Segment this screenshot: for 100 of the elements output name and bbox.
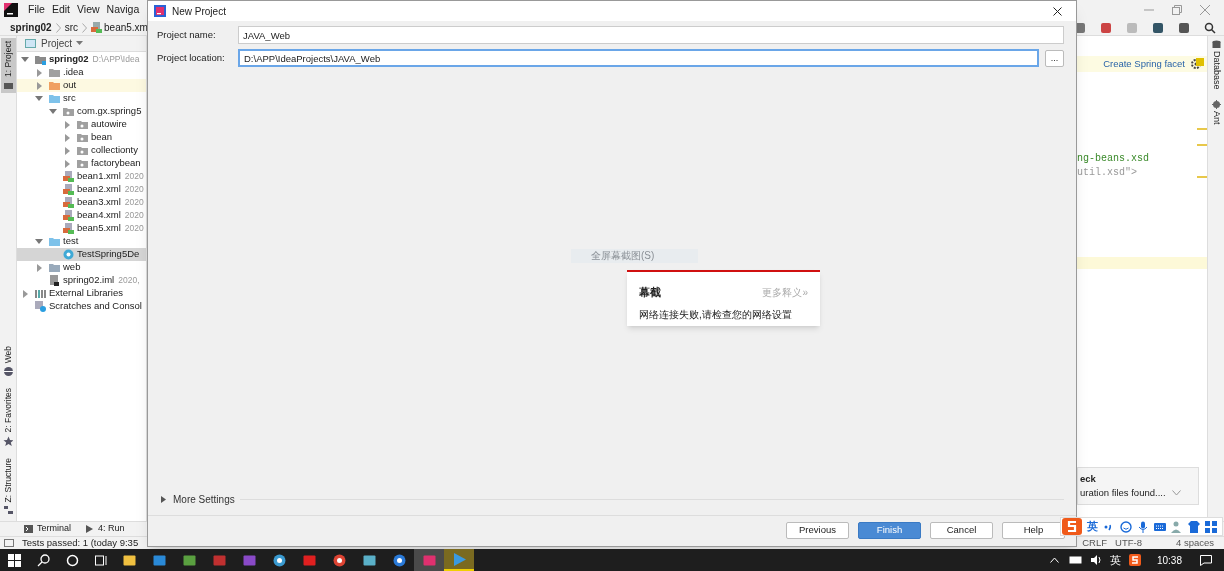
expanded-arrow-icon[interactable] xyxy=(21,55,29,64)
bottom-tool-tab[interactable]: 4: Run xyxy=(85,522,125,536)
tree-item[interactable]: External Libraries xyxy=(17,287,146,300)
tree-item[interactable]: spring02 D:\APP\Idea xyxy=(17,53,146,66)
app-icon xyxy=(272,553,286,567)
tool-window-tab[interactable]: 1: Project xyxy=(0,38,16,93)
globe-icon xyxy=(3,366,13,377)
windows-start-icon[interactable] xyxy=(8,553,21,567)
tree-item[interactable]: out xyxy=(17,79,146,92)
menu-item[interactable]: Edit xyxy=(51,2,70,18)
package-icon xyxy=(77,145,88,156)
project-structure-icon[interactable] xyxy=(1152,21,1164,34)
dialog-button[interactable]: Previous xyxy=(786,522,849,539)
shirt-icon[interactable] xyxy=(1188,520,1200,533)
tray-chevron-icon[interactable] xyxy=(1049,557,1059,563)
breadcrumb-item[interactable]: bean5.xm xyxy=(104,20,148,35)
dialog-title: New Project xyxy=(172,4,226,19)
ime-mode-toggle[interactable]: 英 xyxy=(1087,518,1098,535)
search-icon[interactable] xyxy=(37,553,50,567)
collapsed-arrow-icon[interactable] xyxy=(35,68,43,77)
app-icon xyxy=(122,553,136,567)
more-settings-toggle[interactable]: More Settings xyxy=(161,491,235,507)
collapsed-arrow-icon[interactable] xyxy=(63,120,71,129)
tree-item[interactable]: web xyxy=(17,261,146,274)
tree-item[interactable]: spring02.iml 2020, xyxy=(17,274,146,287)
text-field[interactable]: JAVA_Web xyxy=(238,26,1064,44)
cortana-icon[interactable] xyxy=(66,553,79,567)
dialog-button[interactable]: Finish xyxy=(858,522,921,539)
terminal-icon xyxy=(24,525,33,533)
close-icon[interactable] xyxy=(1053,6,1062,16)
status-icon[interactable] xyxy=(4,539,14,547)
chevron-icon xyxy=(82,22,88,33)
menu-item[interactable]: View xyxy=(77,2,100,18)
search-icon[interactable] xyxy=(1204,21,1216,34)
tool-window-tab[interactable]: 2: Favorites xyxy=(0,385,16,449)
keyboard-icon[interactable] xyxy=(1154,520,1166,533)
tree-item[interactable]: autowire xyxy=(17,118,146,131)
speaker-icon[interactable] xyxy=(1090,555,1102,565)
collapsed-arrow-icon[interactable] xyxy=(63,159,71,168)
status-item[interactable]: 4 spaces xyxy=(1175,535,1214,551)
menu-item[interactable]: Naviga xyxy=(106,2,140,18)
tree-item[interactable]: bean xyxy=(17,131,146,144)
popup-title: 幕截 xyxy=(639,285,661,300)
breadcrumb-item[interactable]: spring02 xyxy=(10,20,52,35)
tree-item[interactable]: .idea xyxy=(17,66,146,79)
collapsed-arrow-icon[interactable] xyxy=(63,133,71,142)
app-icon xyxy=(422,553,436,567)
microphone-icon[interactable] xyxy=(1137,520,1149,533)
tree-item[interactable]: com.gx.spring5 xyxy=(17,105,146,118)
restore-icon[interactable] xyxy=(1172,5,1182,15)
tree-item[interactable]: bean3.xml 2020 xyxy=(17,196,146,209)
dialog-button[interactable]: Help xyxy=(1002,522,1065,539)
scratch-icon xyxy=(35,301,46,312)
tool-window-tab[interactable]: Database xyxy=(1210,40,1222,90)
tree-item[interactable]: collectionty xyxy=(17,144,146,157)
grid-icon[interactable] xyxy=(1205,520,1217,533)
expanded-arrow-icon[interactable] xyxy=(49,107,57,116)
error-stripe-mark xyxy=(1197,144,1207,146)
menu-item[interactable]: File xyxy=(28,2,45,18)
status-item[interactable]: CRLF xyxy=(1082,535,1108,551)
tree-item[interactable]: TestSpring5De xyxy=(17,248,146,261)
terminal-icon[interactable] xyxy=(1178,21,1190,34)
package-icon xyxy=(77,158,88,169)
expanded-arrow-icon[interactable] xyxy=(35,94,43,103)
breadcrumb-item[interactable]: src xyxy=(64,20,79,35)
tree-item[interactable]: factorybean xyxy=(17,157,146,170)
tool-window-tab[interactable]: Web xyxy=(0,342,16,380)
emoji-icon[interactable] xyxy=(1120,520,1132,533)
tool-window-tab[interactable]: Z: Structure xyxy=(0,454,16,519)
user-icon[interactable] xyxy=(1171,520,1183,533)
battery-icon[interactable] xyxy=(1068,556,1083,564)
tree-item[interactable]: bean5.xml 2020 xyxy=(17,222,146,235)
profile-icon[interactable] xyxy=(1100,21,1112,34)
collapsed-arrow-icon[interactable] xyxy=(21,289,29,298)
dropdown-icon[interactable] xyxy=(76,41,84,46)
dialog-button[interactable]: Cancel xyxy=(930,522,993,539)
bottom-tool-tab[interactable]: Terminal xyxy=(24,522,71,536)
tree-item[interactable]: Scratches and Consol xyxy=(17,300,146,313)
clock-time[interactable]: 10:38 xyxy=(1156,552,1182,568)
collapsed-arrow-icon[interactable] xyxy=(35,263,43,272)
expanded-arrow-icon[interactable] xyxy=(35,237,43,246)
xml-file-icon xyxy=(91,22,103,33)
collapsed-arrow-icon[interactable] xyxy=(63,146,71,155)
status-item[interactable]: UTF-8 xyxy=(1115,535,1142,551)
browse-button[interactable]: ... xyxy=(1045,49,1064,67)
tree-item[interactable]: bean4.xml 2020 xyxy=(17,209,146,222)
tree-item[interactable]: test xyxy=(17,235,146,248)
app-icon xyxy=(302,553,316,567)
xml-file-icon xyxy=(63,197,74,208)
task-view-icon[interactable] xyxy=(95,553,108,567)
tree-item[interactable]: src xyxy=(17,92,146,105)
tool-window-tab[interactable]: Ant xyxy=(1210,99,1222,125)
notification-icon[interactable] xyxy=(1200,554,1212,566)
app-logo-icon xyxy=(4,3,18,17)
tree-item[interactable]: bean2.xml 2020 xyxy=(17,183,146,196)
input-language[interactable]: 英 xyxy=(1109,551,1121,569)
ime-logo-icon[interactable] xyxy=(1128,554,1141,566)
text-field[interactable]: D:\APP\IdeaProjects\JAVA_Web xyxy=(238,49,1039,67)
collapsed-arrow-icon[interactable] xyxy=(35,81,43,90)
tree-item[interactable]: bean1.xml 2020 xyxy=(17,170,146,183)
